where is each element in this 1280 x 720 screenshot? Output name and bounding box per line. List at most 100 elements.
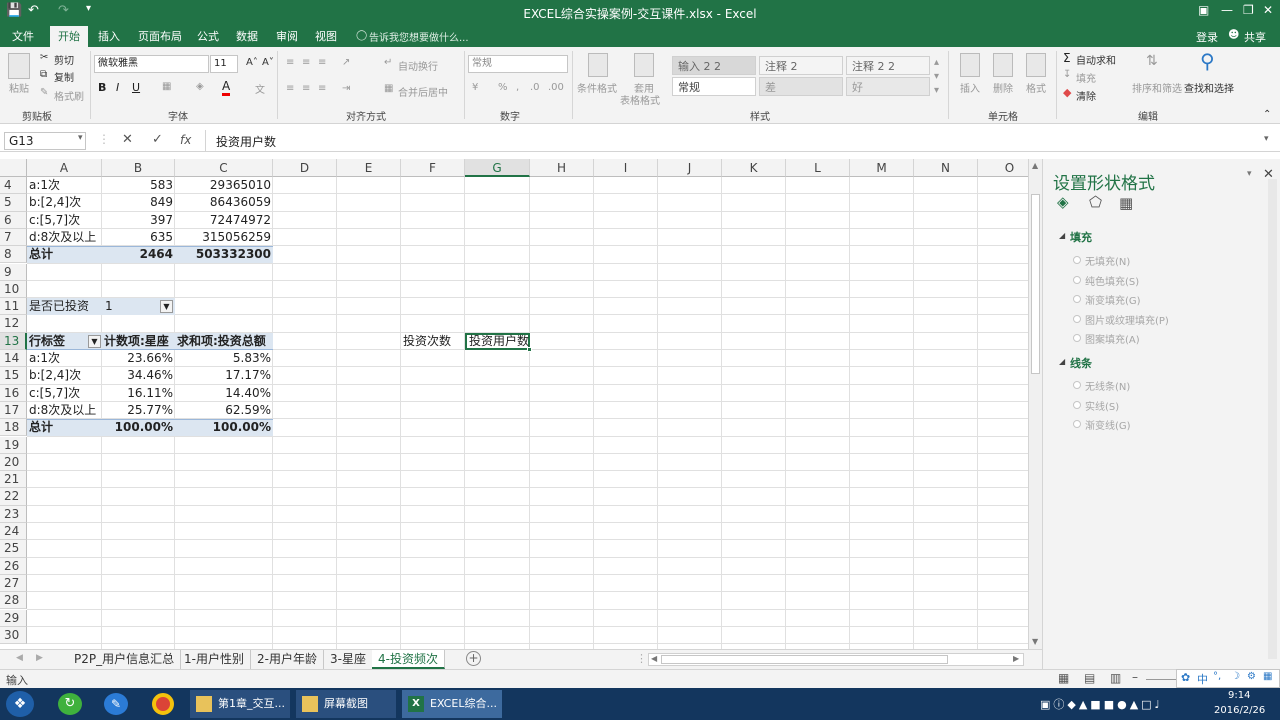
- fill-option-label[interactable]: 无填充(N): [1085, 253, 1130, 268]
- cell-c7[interactable]: 315056259: [175, 229, 273, 246]
- row-header-21[interactable]: 21: [0, 471, 27, 489]
- column-header-o[interactable]: O: [978, 159, 1028, 177]
- column-header-d[interactable]: D: [273, 159, 337, 177]
- cell-f13[interactable]: 投资次数: [401, 333, 465, 350]
- fill-option-label[interactable]: 渐变填充(G): [1085, 292, 1141, 307]
- tab-review[interactable]: 审阅: [268, 26, 306, 47]
- comma-icon[interactable]: ,: [516, 82, 519, 93]
- zoom-out-icon[interactable]: –: [1132, 670, 1138, 684]
- line-option-label[interactable]: 实线(S): [1085, 398, 1119, 413]
- row-header-17[interactable]: 17: [0, 401, 27, 420]
- tab-view[interactable]: 视图: [307, 26, 345, 47]
- restore-icon[interactable]: ❐: [1243, 3, 1254, 17]
- tab-page-layout[interactable]: 页面布局: [130, 26, 190, 47]
- scroll-right-icon[interactable]: ▶: [1013, 654, 1019, 663]
- paw-icon[interactable]: ✿: [1181, 671, 1190, 684]
- row-header-27[interactable]: 27: [0, 574, 27, 593]
- align-left-icon[interactable]: ≡: [286, 83, 294, 94]
- style-good[interactable]: 好: [846, 77, 930, 96]
- sheet-tab-frequency[interactable]: 4-投资频次: [372, 650, 445, 669]
- row-header-30[interactable]: 30: [0, 626, 27, 645]
- cell-a5[interactable]: b:[2,4]次: [27, 194, 102, 211]
- underline-icon[interactable]: U: [132, 81, 140, 94]
- system-tray-icons[interactable]: ▣ⓘ◆▲■■●▲□♩: [1040, 696, 1163, 712]
- paste-button[interactable]: 粘贴: [9, 80, 29, 95]
- cell-a14[interactable]: a:1次: [27, 350, 102, 367]
- cell-b18[interactable]: 100.00%: [102, 419, 175, 436]
- row-header-18[interactable]: 18: [0, 419, 27, 437]
- fill-radio[interactable]: [1073, 256, 1081, 264]
- cell-a17[interactable]: d:8次及以上: [27, 402, 102, 419]
- row-header-25[interactable]: 25: [0, 540, 27, 558]
- normal-view-icon[interactable]: ▦: [1058, 671, 1069, 685]
- page-break-view-icon[interactable]: ▥: [1110, 671, 1121, 685]
- tell-me-box[interactable]: 告诉我您想要做什么...: [369, 29, 469, 44]
- expand-formula-icon[interactable]: ▾: [1264, 134, 1269, 144]
- row-label-dropdown-icon[interactable]: ▼: [88, 335, 101, 348]
- worksheet-grid[interactable]: ABCDEFGHIJKLMNO 4 5 6 7 8 9 10 11 12 13 14 15 16 17 18…: [0, 159, 1028, 649]
- cell-c15[interactable]: 17.17%: [175, 367, 273, 384]
- refresh-app-icon[interactable]: ↻: [58, 693, 82, 715]
- cell-b16[interactable]: 16.11%: [102, 385, 175, 402]
- filter-icon[interactable]: ▼: [160, 300, 173, 313]
- row-header-20[interactable]: 20: [0, 453, 27, 472]
- fill-collapse-icon[interactable]: ◢: [1059, 231, 1065, 240]
- style-scroll-down-icon[interactable]: ▾: [934, 71, 939, 82]
- add-sheet-icon[interactable]: +: [466, 651, 481, 666]
- row-header-28[interactable]: 28: [0, 592, 27, 610]
- font-name-combo[interactable]: 微软雅黑: [94, 55, 209, 73]
- align-middle-icon[interactable]: ≡: [302, 57, 310, 68]
- cell-c14[interactable]: 5.83%: [175, 350, 273, 367]
- fill-radio[interactable]: [1073, 275, 1081, 284]
- ime-skin-icon[interactable]: ⚙: [1247, 671, 1256, 682]
- ime-punct-icon[interactable]: °,: [1213, 671, 1221, 682]
- collapse-ribbon-icon[interactable]: ⌃: [1263, 109, 1271, 120]
- scroll-left-icon[interactable]: ◀: [651, 654, 657, 663]
- row-header-5[interactable]: 5: [0, 194, 27, 212]
- cell-a11[interactable]: 是否已投资: [27, 298, 102, 315]
- find-select-button[interactable]: 查找和选择: [1184, 80, 1234, 95]
- conditional-format-button[interactable]: 条件格式: [577, 80, 617, 95]
- name-box[interactable]: G13: [4, 132, 86, 150]
- orientation-icon[interactable]: ↗: [342, 57, 350, 68]
- tab-home[interactable]: 开始: [50, 26, 88, 48]
- sheet-tab-gender[interactable]: 1-用户性别: [178, 650, 251, 669]
- scroll-up-icon[interactable]: ▲: [1032, 161, 1038, 170]
- line-section-title[interactable]: 线条: [1070, 355, 1092, 371]
- cell-a16[interactable]: c:[5,7]次: [27, 385, 102, 402]
- sheet-tab-p2p-summary[interactable]: P2P_用户信息汇总: [68, 650, 182, 669]
- row-header-29[interactable]: 29: [0, 609, 27, 627]
- cell-a15[interactable]: b:[2,4]次: [27, 367, 102, 384]
- line-radio[interactable]: [1073, 420, 1081, 428]
- row-header-11[interactable]: 11: [0, 298, 27, 316]
- shrink-font-icon[interactable]: A˅: [262, 57, 274, 68]
- tab-insert[interactable]: 插入: [90, 26, 128, 47]
- fill-radio[interactable]: [1073, 314, 1081, 323]
- clock-date[interactable]: 2016/2/26: [1214, 705, 1265, 716]
- cell-a6[interactable]: c:[5,7]次: [27, 212, 102, 229]
- format-cells-button[interactable]: 格式: [1026, 80, 1046, 95]
- fill-option-label[interactable]: 图片或纹理填充(P): [1085, 312, 1169, 327]
- prev-sheet-icon[interactable]: ◀: [16, 653, 23, 663]
- row-header-4[interactable]: 4: [0, 177, 27, 195]
- style-bad[interactable]: 差: [759, 77, 843, 96]
- page-layout-view-icon[interactable]: ▤: [1084, 671, 1095, 685]
- font-color-icon[interactable]: A: [222, 79, 231, 96]
- italic-icon[interactable]: I: [116, 81, 119, 94]
- cell-b15[interactable]: 34.46%: [102, 367, 175, 384]
- line-collapse-icon[interactable]: ◢: [1059, 357, 1065, 366]
- cell-b6[interactable]: 397: [102, 212, 175, 229]
- bold-icon[interactable]: B: [98, 81, 106, 94]
- number-format-combo[interactable]: 常规: [468, 55, 568, 73]
- scroll-down-icon[interactable]: ▼: [1032, 637, 1038, 646]
- align-top-icon[interactable]: ≡: [286, 57, 294, 68]
- column-header-n[interactable]: N: [914, 159, 978, 177]
- phonetic-icon[interactable]: 文: [255, 81, 265, 96]
- currency-icon[interactable]: ¥: [472, 82, 478, 93]
- column-header-f[interactable]: F: [401, 159, 465, 177]
- fill-section-title[interactable]: 填充: [1070, 229, 1092, 245]
- insert-function-button[interactable]: fx: [180, 133, 191, 147]
- row-header-13[interactable]: 13: [0, 332, 27, 350]
- insert-cells-button[interactable]: 插入: [960, 80, 980, 95]
- select-all-corner[interactable]: [0, 159, 27, 177]
